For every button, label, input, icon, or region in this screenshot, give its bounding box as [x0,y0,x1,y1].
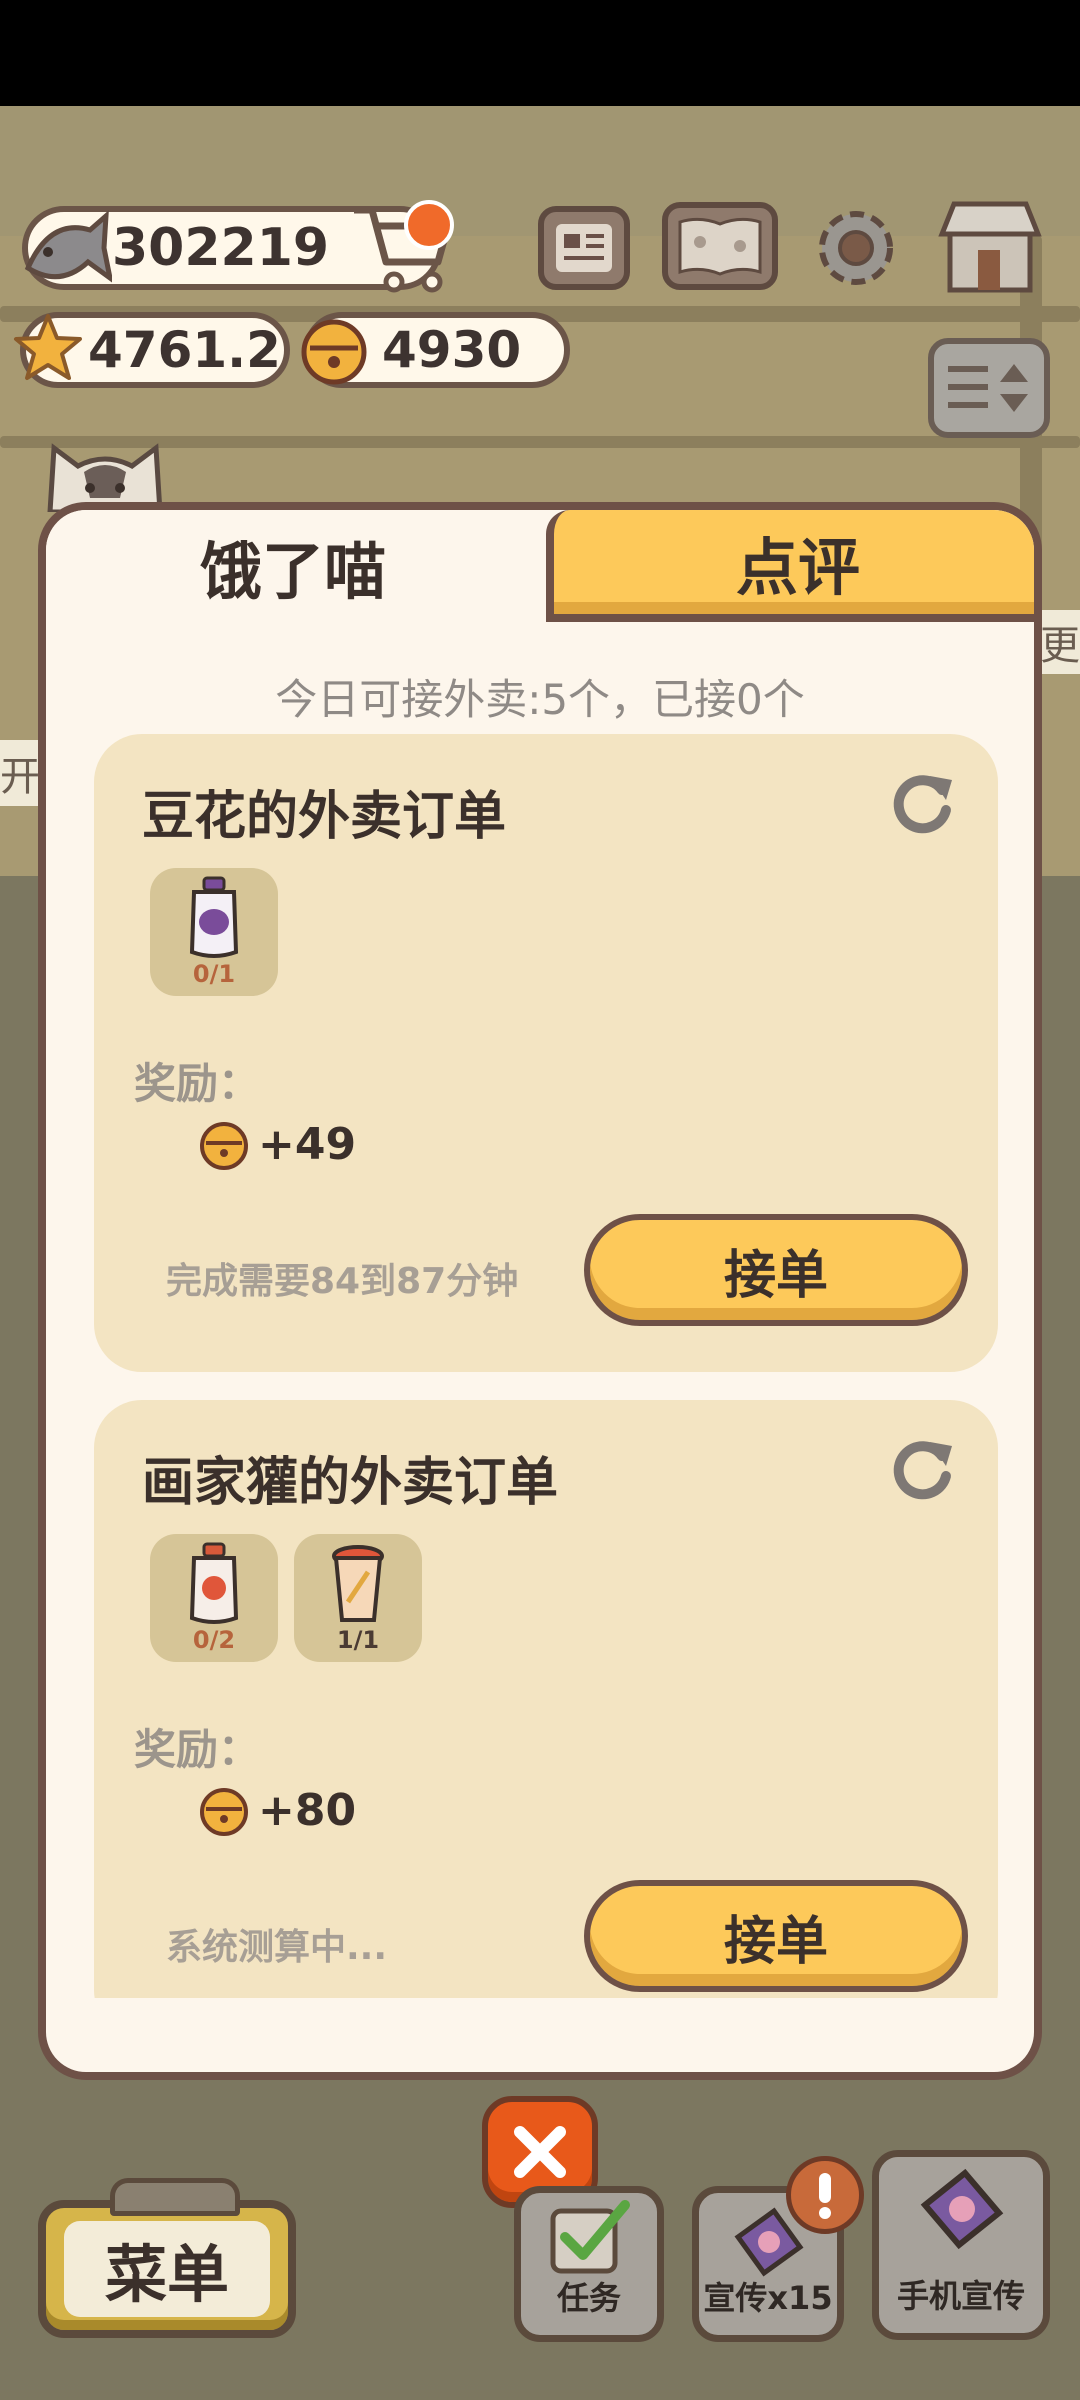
order-item-slot: 0/2 [150,1534,278,1662]
exclamation-icon [819,2173,831,2219]
reward-row: +80 [196,1782,356,1838]
checklist-icon [550,2200,630,2274]
delivery-quota-text: 今日可接外卖:5个，已接0个 [275,675,805,724]
tab-reviews[interactable]: 点评 [546,510,1034,622]
paw-book-button[interactable] [662,202,778,290]
refresh-icon[interactable] [890,1436,956,1502]
cat-character-icon[interactable] [40,428,170,512]
fish-count: 302219 [112,218,330,278]
side-tag-left[interactable]: 开 [0,740,40,806]
order-title: 画家獾的外卖订单 [142,1453,559,1513]
order-time-estimate: 系统测算中... [166,1927,388,1968]
order-list[interactable]: 豆花的外卖订单 0/1 奖励： +49 完成需要84到87分钟 接单 画家獾的外… [94,734,998,1998]
menu-button[interactable]: 菜单 [38,2178,296,2338]
order-title: 豆花的外卖订单 [142,787,507,847]
mobile-promotion-label: 手机宣传 [896,2277,1025,2315]
mobile-promotion-button[interactable]: 手机宣传 [872,2150,1050,2340]
newspaper-icon [556,224,612,272]
accept-order-button[interactable]: 接单 [584,1880,968,1992]
task-button[interactable]: 任务 [514,2186,664,2342]
item-count: 0/1 [192,960,236,988]
tab-eleme-cat[interactable]: 饿了喵 [46,510,540,622]
bell-count: 4930 [382,321,522,379]
promotion-label: 宣传x15 [703,2279,833,2317]
status-bar [0,0,1080,106]
phone-icon [920,2168,1004,2250]
filter-button[interactable] [928,338,1050,438]
reward-amount: +80 [258,1784,357,1836]
star-icon [14,314,82,380]
jam-jar-icon [189,876,239,958]
bell-icon [200,1788,248,1836]
clipboard-clip-icon [110,2178,240,2216]
settings-button[interactable] [808,200,904,296]
close-icon [514,2126,566,2178]
task-label: 任务 [556,2279,621,2317]
reward-label: 奖励： [134,1059,261,1108]
order-time-estimate: 完成需要84到87分钟 [166,1261,519,1302]
item-count: 1/1 [336,1626,380,1654]
order-item-slot: 1/1 [294,1534,422,1662]
shop-icon [938,201,1042,293]
sauce-jar-icon [189,1542,239,1624]
order-card: 画家獾的外卖订单 0/2 1/1 奖励： +80 系统测算中... 接单 [94,1400,998,1998]
order-item-slot: 0/1 [150,868,278,996]
reward-label: 奖励： [134,1725,261,1774]
accept-order-button[interactable]: 接单 [584,1214,968,1326]
refresh-icon[interactable] [890,770,956,836]
promotion-alert-badge [786,2156,864,2234]
cart-alert-badge [404,200,454,250]
gear-icon [819,211,893,285]
reward-amount: +49 [258,1118,357,1170]
order-card: 豆花的外卖订单 0/1 奖励： +49 完成需要84到87分钟 接单 [94,734,998,1372]
fish-icon [24,210,112,283]
star-count: 4761.2 [88,321,281,379]
bell-icon [200,1122,248,1170]
drink-cup-icon [332,1545,384,1622]
reward-row: +49 [196,1116,356,1172]
item-count: 0/2 [192,1626,236,1654]
shop-button[interactable] [934,198,1046,296]
menu-label: 菜单 [64,2221,270,2317]
filter-icon [948,364,1028,412]
delivery-panel: 饿了喵 点评 今日可接外卖:5个，已接0个 豆花的外卖订单 0/1 奖励： +4… [38,502,1042,2080]
paw-book-icon [678,217,762,276]
side-tag-right[interactable]: 更 [1040,610,1080,674]
bell-icon [301,319,367,385]
newspaper-button[interactable] [538,206,630,290]
